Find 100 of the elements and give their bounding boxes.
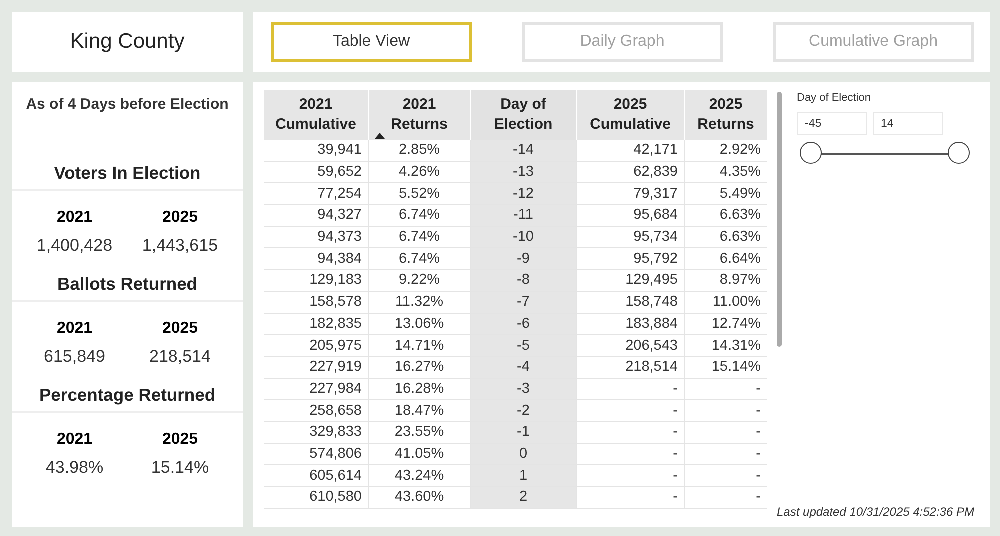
table-cell: -12 — [470, 182, 576, 205]
table-cell: 62,839 — [576, 161, 684, 183]
year-label: 2025 — [161, 209, 200, 227]
table-cell: - — [684, 378, 767, 400]
range-slider-track[interactable] — [800, 141, 970, 165]
table-cell: 6.63% — [684, 204, 767, 226]
table-cell: - — [576, 443, 684, 465]
table-cell: -10 — [470, 226, 576, 248]
table-cell: -1 — [470, 421, 576, 444]
stat-value: 43.98% — [46, 458, 104, 478]
sort-ascending-icon — [375, 133, 385, 139]
year-label: 2021 — [56, 431, 94, 449]
table-cell: 2.92% — [684, 140, 767, 162]
table-cell: 218,514 — [576, 356, 684, 378]
table-cell: 79,317 — [576, 182, 684, 205]
table-cell: 8.97% — [684, 270, 767, 292]
county-title: King County — [70, 30, 185, 54]
table-cell: 5.49% — [684, 182, 767, 205]
table-cell: -3 — [470, 378, 576, 400]
table-cell: - — [684, 421, 767, 444]
column-header[interactable]: 2021 Cumulative — [264, 90, 368, 140]
table-cell: - — [576, 421, 684, 444]
table-cell: 2 — [470, 486, 576, 508]
table-cell: -4 — [470, 356, 576, 378]
slider-handle[interactable] — [800, 142, 822, 164]
table-cell: 183,884 — [576, 313, 684, 335]
table-cell: 94,373 — [264, 226, 368, 248]
last-updated-text: Last updated 10/31/2025 4:52:36 PM — [777, 505, 976, 519]
table-cell: 42,171 — [576, 140, 684, 162]
table-cell: -5 — [470, 334, 576, 356]
table-cell: 206,543 — [576, 334, 684, 356]
table-cell: 227,919 — [264, 356, 368, 378]
year-label: 2025 — [161, 431, 200, 449]
section-title: Voters In Election — [12, 163, 243, 191]
min-input-field[interactable]: -45 — [797, 112, 867, 135]
summary-heading: As of 4 Days before Election — [25, 96, 230, 113]
column-header[interactable]: 2021 Returns — [368, 90, 470, 140]
table-cell: -9 — [470, 248, 576, 270]
column-header[interactable]: 2025 Returns — [684, 90, 767, 140]
section-title: Percentage Returned — [12, 385, 243, 413]
table-cell: 205,975 — [264, 334, 368, 356]
table-cell: 12.74% — [684, 313, 767, 335]
table-cell: 59,652 — [264, 161, 368, 183]
stat-value: 615,849 — [44, 347, 106, 367]
table-cell: -8 — [470, 270, 576, 292]
table-cell: - — [576, 486, 684, 508]
table-cell: -6 — [470, 313, 576, 335]
stat-value: 1,400,428 — [36, 236, 113, 256]
table-cell: 158,748 — [576, 291, 684, 313]
table-cell: 6.63% — [684, 226, 767, 248]
table-cell: -7 — [470, 291, 576, 313]
table-cell: - — [576, 464, 684, 486]
year-label: 2021 — [56, 320, 94, 338]
table-cell: 95,734 — [576, 226, 684, 248]
table-cell: 129,183 — [264, 270, 368, 292]
table-cell: 14.31% — [684, 334, 767, 356]
table-cell: 95,684 — [576, 204, 684, 226]
table-cell: 227,984 — [264, 378, 368, 400]
table-cell: 94,327 — [264, 204, 368, 226]
table-cell: -13 — [470, 161, 576, 183]
table-cell: 77,254 — [264, 182, 368, 205]
table-cell: - — [576, 378, 684, 400]
table-cell: 158,578 — [264, 291, 368, 313]
table-cell: 605,614 — [264, 464, 368, 486]
stat-value: 1,443,615 — [142, 236, 218, 256]
column-header[interactable]: 2025 Cumulative — [576, 90, 684, 140]
table-cell: 329,833 — [264, 421, 368, 444]
table-cell: -11 — [470, 204, 576, 226]
year-label: 2025 — [161, 320, 200, 338]
table-cell: - — [684, 486, 767, 508]
table-cell: - — [684, 443, 767, 465]
column-header[interactable]: Day of Election — [470, 90, 576, 140]
table-cell: 15.14% — [684, 356, 767, 378]
table-cell: 39,941 — [264, 140, 368, 162]
max-input-field[interactable]: 14 — [873, 112, 943, 135]
table-cell: 6.64% — [684, 248, 767, 270]
table-cell: 94,384 — [264, 248, 368, 270]
table-cell: 574,806 — [264, 443, 368, 465]
table-cell: 0 — [470, 443, 576, 465]
table-cell: -14 — [470, 140, 576, 162]
table-cell: 258,658 — [264, 400, 368, 422]
scrollbar[interactable] — [777, 92, 782, 347]
view-tab[interactable]: Table View — [271, 22, 472, 62]
table-cell: - — [684, 464, 767, 486]
stat-value: 15.14% — [151, 458, 210, 478]
section-title: Ballots Returned — [12, 274, 243, 302]
table-cell: 1 — [470, 464, 576, 486]
table-cell: 610,580 — [264, 486, 368, 508]
table-cell: 129,495 — [576, 270, 684, 292]
table-cell: 95,792 — [576, 248, 684, 270]
table-cell: 182,835 — [264, 313, 368, 335]
table-cell: 11.00% — [684, 291, 767, 313]
table-cell: -2 — [470, 400, 576, 422]
slider-handle[interactable] — [948, 142, 970, 164]
stat-value: 218,514 — [150, 347, 211, 367]
year-label: 2021 — [56, 209, 94, 227]
table-cell: - — [684, 400, 767, 422]
filter-label: Day of Election — [797, 92, 872, 104]
table-cell: - — [576, 400, 684, 422]
table-cell: 4.35% — [684, 161, 767, 183]
